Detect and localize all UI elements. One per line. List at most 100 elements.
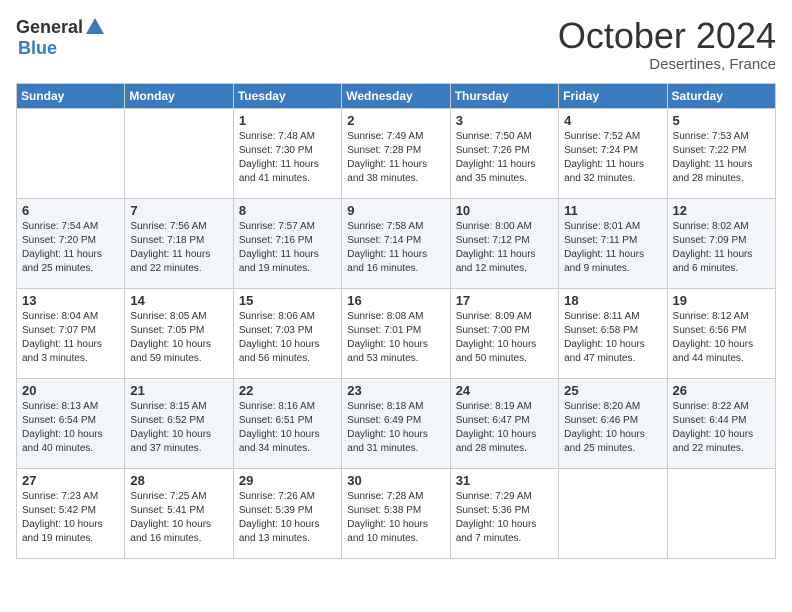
day-number: 27 [22,473,119,488]
day-cell: 26Sunrise: 8:22 AMSunset: 6:44 PMDayligh… [667,378,775,468]
day-number: 4 [564,113,661,128]
day-number: 8 [239,203,336,218]
day-cell: 3 Sunrise: 7:50 AMSunset: 7:26 PMDaylight… [450,108,558,198]
location-title: Desertines, France [558,56,776,73]
day-info: Sunrise: 8:04 AMSunset: 7:07 PMDaylight:… [22,310,119,366]
day-info: Sunrise: 7:54 AMSunset: 7:20 PMDaylight:… [22,220,119,276]
day-cell: 11 Sunrise: 8:01 AMSunset: 7:11 PMDayligh… [559,198,667,288]
day-info: Sunrise: 7:23 AMSunset: 5:42 PMDaylight:… [22,490,119,546]
day-number: 15 [239,293,336,308]
day-info: Sunrise: 8:19 AMSunset: 6:47 PMDaylight:… [456,400,553,456]
col-header-thursday: Thursday [450,83,558,108]
day-info: Sunrise: 8:15 AMSunset: 6:52 PMDaylight:… [130,400,227,456]
day-info: Sunrise: 7:56 AMSunset: 7:18 PMDaylight:… [130,220,227,276]
day-number: 20 [22,383,119,398]
col-header-sunday: Sunday [17,83,125,108]
day-cell: 7 Sunrise: 7:56 AMSunset: 7:18 PMDaylight… [125,198,233,288]
day-info: Sunrise: 7:53 AMSunset: 7:22 PMDaylight:… [673,130,770,186]
col-header-friday: Friday [559,83,667,108]
week-row-5: 27 Sunrise: 7:23 AMSunset: 5:42 PMDayligh… [17,468,776,558]
day-info: Sunrise: 7:29 AMSunset: 5:36 PMDaylight:… [456,490,553,546]
day-cell: 4Sunrise: 7:52 AMSunset: 7:24 PMDaylight… [559,108,667,198]
day-info: Sunrise: 8:05 AMSunset: 7:05 PMDaylight:… [130,310,227,366]
day-number: 19 [673,293,770,308]
day-cell: 20 Sunrise: 8:13 AMSunset: 6:54 PMDayligh… [17,378,125,468]
logo-blue: Blue [18,38,57,58]
day-number: 2 [347,113,444,128]
col-header-monday: Monday [125,83,233,108]
day-info: Sunrise: 7:25 AMSunset: 5:41 PMDaylight:… [130,490,227,546]
day-cell: 25Sunrise: 8:20 AMSunset: 6:46 PMDayligh… [559,378,667,468]
day-number: 24 [456,383,553,398]
logo-general: General [16,17,83,38]
day-number: 17 [456,293,553,308]
day-cell: 8Sunrise: 7:57 AMSunset: 7:16 PMDaylight… [233,198,341,288]
day-number: 5 [673,113,770,128]
day-number: 29 [239,473,336,488]
month-title: October 2024 [558,16,776,56]
day-cell [125,108,233,198]
col-header-saturday: Saturday [667,83,775,108]
day-info: Sunrise: 8:12 AMSunset: 6:56 PMDaylight:… [673,310,770,366]
day-info: Sunrise: 8:13 AMSunset: 6:54 PMDaylight:… [22,400,119,456]
day-cell: 15 Sunrise: 8:06 AMSunset: 7:03 PMDayligh… [233,288,341,378]
day-cell [667,468,775,558]
day-cell: 13 Sunrise: 8:04 AMSunset: 7:07 PMDayligh… [17,288,125,378]
day-number: 6 [22,203,119,218]
day-cell: 5 Sunrise: 7:53 AMSunset: 7:22 PMDaylight… [667,108,775,198]
day-cell [559,468,667,558]
day-number: 16 [347,293,444,308]
day-info: Sunrise: 8:09 AMSunset: 7:00 PMDaylight:… [456,310,553,366]
day-cell: 9Sunrise: 7:58 AMSunset: 7:14 PMDaylight… [342,198,450,288]
day-number: 26 [673,383,770,398]
day-number: 23 [347,383,444,398]
calendar-table: SundayMondayTuesdayWednesdayThursdayFrid… [16,83,776,559]
week-row-2: 6 Sunrise: 7:54 AMSunset: 7:20 PMDaylight… [17,198,776,288]
title-block: October 2024 Desertines, France [558,16,776,73]
day-number: 9 [347,203,444,218]
day-number: 11 [564,203,661,218]
day-number: 14 [130,293,227,308]
day-cell: 24 Sunrise: 8:19 AMSunset: 6:47 PMDayligh… [450,378,558,468]
day-number: 13 [22,293,119,308]
day-cell [17,108,125,198]
day-info: Sunrise: 8:01 AMSunset: 7:11 PMDaylight:… [564,220,661,276]
day-number: 1 [239,113,336,128]
day-info: Sunrise: 8:16 AMSunset: 6:51 PMDaylight:… [239,400,336,456]
day-number: 12 [673,203,770,218]
day-cell: 19 Sunrise: 8:12 AMSunset: 6:56 PMDayligh… [667,288,775,378]
day-cell: 22 Sunrise: 8:16 AMSunset: 6:51 PMDayligh… [233,378,341,468]
day-info: Sunrise: 7:28 AMSunset: 5:38 PMDaylight:… [347,490,444,546]
day-cell: 29Sunrise: 7:26 AMSunset: 5:39 PMDayligh… [233,468,341,558]
day-number: 22 [239,383,336,398]
day-info: Sunrise: 8:06 AMSunset: 7:03 PMDaylight:… [239,310,336,366]
day-info: Sunrise: 8:11 AMSunset: 6:58 PMDaylight:… [564,310,661,366]
page: General Blue October 2024 Desertines, Fr… [0,0,792,612]
logo: General Blue [16,16,107,59]
day-info: Sunrise: 7:50 AMSunset: 7:26 PMDaylight:… [456,130,553,186]
day-cell: 6 Sunrise: 7:54 AMSunset: 7:20 PMDaylight… [17,198,125,288]
day-cell: 27 Sunrise: 7:23 AMSunset: 5:42 PMDayligh… [17,468,125,558]
day-cell: 12Sunrise: 8:02 AMSunset: 7:09 PMDayligh… [667,198,775,288]
day-info: Sunrise: 8:18 AMSunset: 6:49 PMDaylight:… [347,400,444,456]
calendar-header-row: SundayMondayTuesdayWednesdayThursdayFrid… [17,83,776,108]
day-cell: 18Sunrise: 8:11 AMSunset: 6:58 PMDayligh… [559,288,667,378]
day-cell: 14 Sunrise: 8:05 AMSunset: 7:05 PMDayligh… [125,288,233,378]
day-cell: 16 Sunrise: 8:08 AMSunset: 7:01 PMDayligh… [342,288,450,378]
week-row-4: 20 Sunrise: 8:13 AMSunset: 6:54 PMDayligh… [17,378,776,468]
day-number: 7 [130,203,227,218]
day-number: 30 [347,473,444,488]
day-info: Sunrise: 8:20 AMSunset: 6:46 PMDaylight:… [564,400,661,456]
day-cell: 17 Sunrise: 8:09 AMSunset: 7:00 PMDayligh… [450,288,558,378]
day-info: Sunrise: 7:49 AMSunset: 7:28 PMDaylight:… [347,130,444,186]
day-info: Sunrise: 8:08 AMSunset: 7:01 PMDaylight:… [347,310,444,366]
week-row-3: 13 Sunrise: 8:04 AMSunset: 7:07 PMDayligh… [17,288,776,378]
day-info: Sunrise: 8:00 AMSunset: 7:12 PMDaylight:… [456,220,553,276]
day-cell: 1Sunrise: 7:48 AMSunset: 7:30 PMDaylight… [233,108,341,198]
day-cell: 21Sunrise: 8:15 AMSunset: 6:52 PMDayligh… [125,378,233,468]
day-cell: 23 Sunrise: 8:18 AMSunset: 6:49 PMDayligh… [342,378,450,468]
col-header-wednesday: Wednesday [342,83,450,108]
day-number: 31 [456,473,553,488]
day-cell: 31 Sunrise: 7:29 AMSunset: 5:36 PMDayligh… [450,468,558,558]
day-number: 3 [456,113,553,128]
